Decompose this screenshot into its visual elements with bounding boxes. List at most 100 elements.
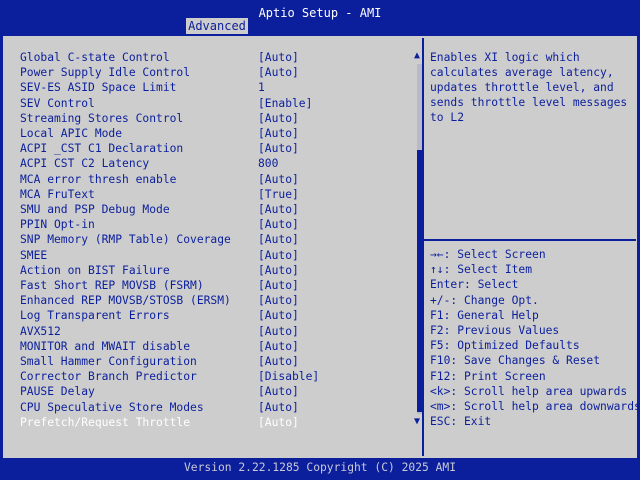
setting-label: MCA FruText bbox=[20, 187, 95, 201]
setting-row[interactable]: Streaming Stores Control [Auto] bbox=[0, 112, 412, 127]
setting-label: Log Transparent Errors bbox=[20, 309, 170, 323]
setting-row[interactable]: Power Supply Idle Control [Auto] bbox=[0, 66, 412, 81]
help-line: to L2 bbox=[430, 111, 465, 124]
setting-label: ACPI _CST C1 Declaration bbox=[20, 142, 184, 156]
key-help-line: F12: Print Screen bbox=[430, 369, 546, 383]
setting-row[interactable]: Small Hammer Configuration [Auto] bbox=[0, 355, 412, 370]
setting-value[interactable]: [Auto] bbox=[258, 385, 299, 398]
setting-value[interactable]: [Auto] bbox=[258, 294, 299, 307]
setting-value[interactable]: [Auto] bbox=[258, 340, 299, 353]
setting-value[interactable]: [Auto] bbox=[258, 325, 299, 338]
key-help-line: →←: Select Screen bbox=[430, 248, 546, 261]
setting-row[interactable]: CPU Speculative Store Modes [Auto] bbox=[0, 401, 412, 416]
setting-label: Local APIC Mode bbox=[20, 127, 123, 140]
setting-row[interactable]: Corrector Branch Predictor [Disable] bbox=[0, 370, 412, 385]
setting-label: CPU Speculative Store Modes bbox=[20, 400, 204, 414]
setting-value[interactable]: [Auto] bbox=[258, 127, 299, 140]
setting-value[interactable]: [Auto] bbox=[258, 264, 299, 277]
setting-value[interactable]: [True] bbox=[258, 188, 299, 201]
setting-row[interactable]: ACPI _CST C1 Declaration [Auto] bbox=[0, 142, 412, 157]
key-help-line: F10: Save Changes & Reset bbox=[430, 354, 601, 368]
setting-row[interactable]: Action on BIST Failure [Auto] bbox=[0, 264, 412, 279]
setting-row[interactable]: SMU and PSP Debug Mode [Auto] bbox=[0, 203, 412, 218]
setting-row[interactable]: Prefetch/Request Throttle [Auto] bbox=[0, 416, 412, 431]
setting-value[interactable]: [Auto] bbox=[258, 279, 299, 292]
setting-label: SMEE bbox=[20, 248, 48, 262]
setting-value[interactable]: 800 bbox=[258, 157, 278, 170]
setting-row[interactable]: SEV Control [Enable] bbox=[0, 97, 412, 112]
key-help-panel: →←: Select Screen ↑↓: Select Item Enter: S… bbox=[430, 248, 640, 430]
footer-version: Version 2.22.1285 Copyright (C) 2025 AMI bbox=[183, 461, 457, 474]
setting-row[interactable]: PPIN Opt-in [Auto] bbox=[0, 218, 412, 233]
setting-value[interactable]: [Auto] bbox=[258, 142, 299, 155]
setting-label: Enhanced REP MOVSB/STOSB (ERSM) bbox=[20, 294, 231, 308]
setting-label: PAUSE Delay bbox=[20, 385, 95, 399]
setting-value[interactable]: [Auto] bbox=[258, 112, 299, 125]
scrollbar-thumb[interactable] bbox=[417, 150, 422, 412]
setting-label: Power Supply Idle Control bbox=[20, 66, 191, 80]
help-line: calculates average latency, bbox=[430, 66, 614, 79]
setting-value[interactable]: [Auto] bbox=[258, 249, 299, 262]
setting-row[interactable]: SNP Memory (RMP Table) Coverage [Auto] bbox=[0, 233, 412, 248]
setting-label: AVX512 bbox=[20, 324, 61, 338]
key-help-line: F2: Previous Values bbox=[430, 323, 560, 337]
help-line: sends throttle level messages bbox=[430, 96, 628, 109]
setting-row[interactable]: MONITOR and MWAIT disable [Auto] bbox=[0, 340, 412, 355]
setting-value[interactable]: [Auto] bbox=[258, 309, 299, 322]
key-help-line: Enter: Select bbox=[430, 278, 519, 292]
setting-row[interactable]: PAUSE Delay [Auto] bbox=[0, 385, 412, 400]
setting-value[interactable]: [Disable] bbox=[258, 370, 319, 383]
setting-label: Streaming Stores Control bbox=[20, 111, 184, 125]
key-help-line: ↑↓: Select Item bbox=[430, 263, 533, 277]
setting-row[interactable]: ACPI CST C2 Latency 800 bbox=[0, 157, 412, 172]
key-help-line: F5: Optimized Defaults bbox=[430, 339, 580, 353]
setting-row[interactable]: Global C-state Control [Auto] bbox=[0, 51, 412, 66]
help-line: Enables XI logic which bbox=[430, 51, 580, 64]
setting-row[interactable]: SMEE [Auto] bbox=[0, 249, 412, 264]
setting-value[interactable]: 1 bbox=[258, 81, 265, 94]
help-line: updates throttle level, and bbox=[430, 81, 614, 94]
key-help-line: <k>: Scroll help area upwards bbox=[430, 384, 628, 398]
panel-divider-horizontal bbox=[424, 239, 636, 241]
setting-row[interactable]: Enhanced REP MOVSB/STOSB (ERSM) [Auto] bbox=[0, 294, 412, 309]
setting-label: Prefetch/Request Throttle bbox=[20, 415, 191, 429]
setting-row[interactable]: Fast Short REP MOVSB (FSRM) [Auto] bbox=[0, 279, 412, 294]
help-text-panel: Enables XI logic which calculates average… bbox=[430, 51, 630, 126]
setting-label: SEV Control bbox=[20, 96, 95, 110]
key-help-line: <m>: Scroll help area downwards bbox=[430, 399, 640, 413]
setting-value[interactable]: [Auto] bbox=[258, 355, 299, 368]
tab-advanced[interactable]: Advanced bbox=[186, 18, 248, 34]
setting-value[interactable]: [Auto] bbox=[258, 416, 299, 429]
app-title: Aptio Setup - AMI bbox=[258, 6, 382, 20]
setting-row[interactable]: MCA FruText [True] bbox=[0, 188, 412, 203]
scroll-up-arrow-icon[interactable]: ▲ bbox=[414, 50, 420, 61]
panel-divider-vertical bbox=[422, 38, 424, 456]
setting-label: PPIN Opt-in bbox=[20, 218, 95, 232]
key-help-line: +/-: Change Opt. bbox=[430, 293, 539, 307]
setting-label: Action on BIST Failure bbox=[20, 263, 170, 277]
key-help-line: ESC: Exit bbox=[430, 415, 492, 429]
setting-label: Corrector Branch Predictor bbox=[20, 370, 197, 384]
setting-row[interactable]: Log Transparent Errors [Auto] bbox=[0, 309, 412, 324]
setting-value[interactable]: [Auto] bbox=[258, 401, 299, 414]
setting-value[interactable]: [Auto] bbox=[258, 233, 299, 246]
setting-label: Fast Short REP MOVSB (FSRM) bbox=[20, 279, 204, 292]
setting-value[interactable]: [Auto] bbox=[258, 66, 299, 79]
setting-value[interactable]: [Auto] bbox=[258, 218, 299, 231]
setting-label: SNP Memory (RMP Table) Coverage bbox=[20, 233, 231, 247]
setting-row[interactable]: AVX512 [Auto] bbox=[0, 325, 412, 340]
setting-label: SEV-ES ASID Space Limit bbox=[20, 81, 177, 95]
setting-label: MCA error thresh enable bbox=[20, 172, 177, 186]
setting-label: Global C-state Control bbox=[20, 51, 170, 64]
setting-row[interactable]: Local APIC Mode [Auto] bbox=[0, 127, 412, 142]
setting-value[interactable]: [Auto] bbox=[258, 173, 299, 186]
scroll-down-arrow-icon[interactable]: ▼ bbox=[414, 416, 420, 427]
setting-row[interactable]: MCA error thresh enable [Auto] bbox=[0, 173, 412, 188]
setting-row[interactable]: SEV-ES ASID Space Limit 1 bbox=[0, 81, 412, 96]
setting-value[interactable]: [Auto] bbox=[258, 203, 299, 216]
setting-label: ACPI CST C2 Latency bbox=[20, 157, 150, 171]
setting-value[interactable]: [Enable] bbox=[258, 97, 312, 110]
setting-label: SMU and PSP Debug Mode bbox=[20, 203, 170, 216]
key-help-line: F1: General Help bbox=[430, 308, 539, 322]
setting-value[interactable]: [Auto] bbox=[258, 51, 299, 64]
